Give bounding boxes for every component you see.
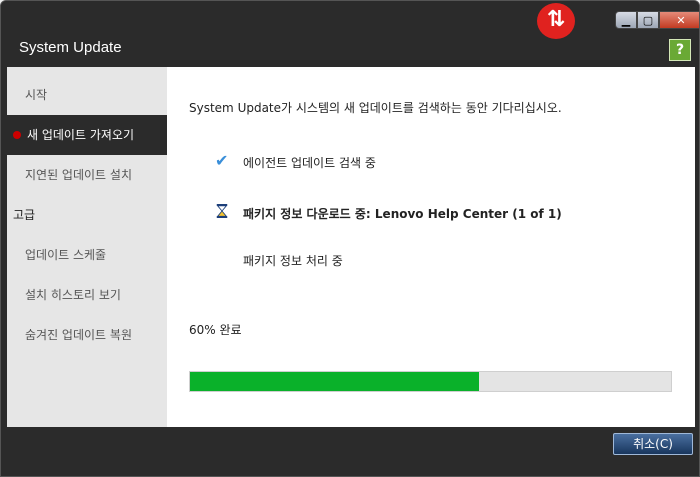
sidebar-item-label: 설치 히스토리 보기	[25, 288, 121, 302]
sidebar-item-label: 숨겨진 업데이트 복원	[25, 328, 132, 342]
sidebar-item-label: 새 업데이트 가져오기	[27, 128, 134, 142]
close-icon[interactable]: ✕	[659, 11, 699, 29]
minimize-icon[interactable]: ▁	[615, 11, 637, 29]
step-process-package-info: 패키지 정보 처리 중	[243, 254, 343, 268]
sidebar-item-schedule[interactable]: 업데이트 스케줄	[7, 235, 167, 275]
update-arrows-logo-icon: ⇅	[537, 3, 575, 39]
hourglass-icon	[216, 204, 228, 218]
help-icon[interactable]: ?	[669, 39, 691, 61]
sidebar-item-label: 지연된 업데이트 설치	[25, 168, 132, 182]
sidebar-section-label: 고급	[13, 208, 36, 222]
sidebar-section-advanced: 고급	[7, 195, 167, 235]
window-title: System Update	[19, 39, 122, 56]
progress-bar-fill	[190, 372, 479, 391]
progress-label: 60% 완료	[189, 323, 242, 337]
main-panel: System Update가 시스템의 새 업데이트를 검색하는 동안 기다리십…	[167, 67, 695, 427]
check-icon: ✔	[215, 151, 229, 170]
footer-bar: 취소(C)	[1, 427, 699, 476]
step-agent-search: 에이전트 업데이트 검색 중	[243, 156, 376, 170]
sidebar-item-install-deferred[interactable]: 지연된 업데이트 설치	[7, 155, 167, 195]
intro-text: System Update가 시스템의 새 업데이트를 검색하는 동안 기다리십…	[189, 101, 562, 115]
cancel-button[interactable]: 취소(C)	[613, 433, 693, 455]
system-update-window: System Update ⇅ ▁ ▢ ✕ ? 시작 새 업데이트 가져오기 지…	[0, 0, 700, 477]
sidebar-item-label: 업데이트 스케줄	[25, 248, 107, 262]
sidebar-item-history[interactable]: 설치 히스토리 보기	[7, 275, 167, 315]
progress-bar	[189, 371, 672, 392]
sidebar-item-label: 시작	[25, 88, 48, 102]
sidebar-item-start[interactable]: 시작	[7, 75, 167, 115]
sidebar-item-get-new-updates[interactable]: 새 업데이트 가져오기	[7, 115, 167, 155]
window-controls: ▁ ▢ ✕	[615, 11, 699, 31]
sidebar-nav: 시작 새 업데이트 가져오기 지연된 업데이트 설치 고급 업데이트 스케줄 설…	[7, 67, 167, 427]
sidebar-item-restore-hidden[interactable]: 숨겨진 업데이트 복원	[7, 315, 167, 355]
maximize-icon[interactable]: ▢	[637, 11, 659, 29]
step-download-package-info: 패키지 정보 다운로드 중: Lenovo Help Center (1 of …	[243, 207, 562, 221]
active-indicator-icon	[13, 131, 21, 139]
title-bar[interactable]: System Update ⇅ ▁ ▢ ✕ ?	[1, 1, 699, 65]
